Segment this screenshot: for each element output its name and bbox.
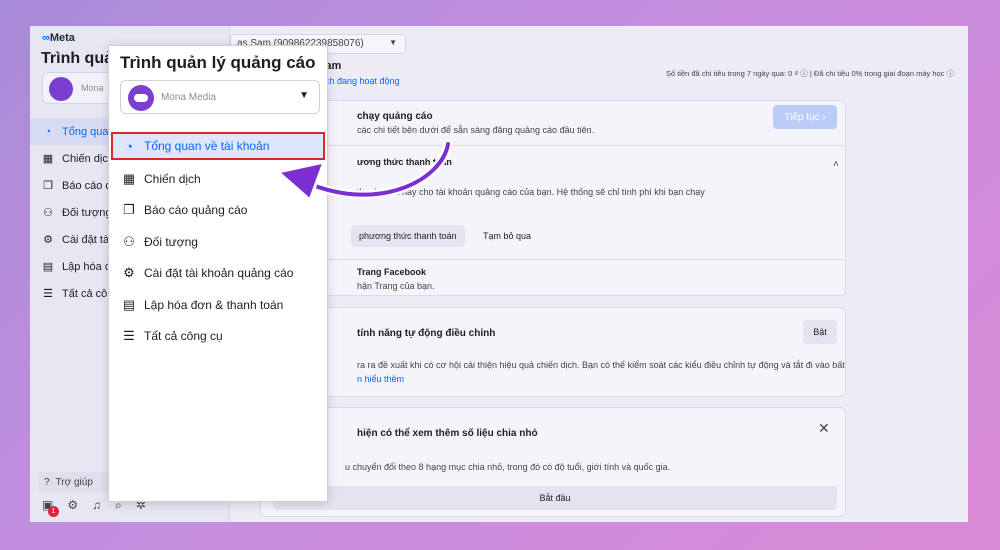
sidebar-title: Trình quả — [41, 50, 113, 67]
notification-badge: 1 — [48, 506, 59, 517]
table-icon: ▦ — [42, 153, 54, 165]
chevron-right-icon: › — [822, 111, 826, 123]
start-button[interactable]: Bắt đầu — [273, 486, 837, 510]
people-icon: ⚇ — [123, 233, 135, 249]
avatar — [49, 77, 73, 101]
breakdown-title: hiện có thể xem thêm số liệu chia nhỏ — [357, 428, 538, 439]
skip-button[interactable]: Tạm bỏ qua — [475, 225, 539, 247]
enable-button[interactable]: Bật — [803, 320, 837, 344]
gauge-icon: ◔ — [125, 138, 133, 154]
chevron-down-icon: ▼ — [299, 90, 309, 101]
facebook-page-title: Trang Facebook — [357, 267, 427, 277]
bell-icon[interactable]: ♫ — [92, 498, 101, 522]
settings-icon: ⚙ — [123, 265, 135, 281]
popup-account-name: Mona Media — [161, 92, 217, 103]
popup-item-all-tools[interactable]: ☰ Tất cả công cụ — [109, 321, 327, 353]
auto-adjust-desc: ra ra đề xuất khi có cơ hội cải thiện hi… — [357, 360, 845, 370]
meta-logo: ∞Meta — [42, 32, 75, 44]
account-status-link[interactable]: dịch đang hoạt động — [318, 76, 400, 86]
divider — [261, 259, 845, 260]
chevron-up-icon[interactable]: ˄ — [833, 159, 839, 170]
help-icon: ? — [44, 476, 50, 488]
billing-icon: ▤ — [42, 261, 54, 273]
gauge-icon: ◔ — [44, 125, 52, 138]
popup-item-audiences[interactable]: ⚇ Đối tượng — [109, 226, 327, 258]
learn-more-link[interactable]: n hiểu thêm — [357, 374, 404, 384]
popup-item-billing[interactable]: ▤ Lập hóa đơn & thanh toán — [109, 289, 327, 321]
notifications-icon[interactable]: ▣ 1 — [42, 498, 59, 522]
close-icon[interactable]: ✕ — [818, 420, 830, 437]
people-icon: ⚇ — [43, 207, 53, 219]
breakdown-card: hiện có thể xem thêm số liệu chia nhỏ ✕ … — [260, 407, 846, 517]
sidebar-account-name: Mona — [81, 83, 104, 93]
facebook-page-desc: hận Trang của bạn. — [357, 281, 435, 291]
menu-icon: ☰ — [43, 288, 53, 300]
pointer-arrow — [276, 139, 453, 202]
main-content: as Sam (909862239858076) ▼ Sam dịch đang … — [230, 26, 968, 522]
auto-adjust-title: tính năng tự động điều chỉnh — [357, 328, 496, 339]
popup-account-switcher[interactable]: Mona Media ▼ — [120, 80, 320, 114]
add-payment-button[interactable]: phương thức thanh toán — [351, 225, 465, 247]
table-icon: ▦ — [122, 170, 136, 186]
chevron-down-icon: ▼ — [389, 38, 397, 47]
report-icon: ❐ — [43, 180, 53, 192]
settings-icon: ⚙ — [43, 234, 53, 246]
billing-icon: ▤ — [122, 296, 136, 312]
setup-subtitle: các chi tiết bên dưới để sẵn sàng đăng q… — [357, 125, 595, 135]
popup-item-ad-account-settings[interactable]: ⚙ Cài đặt tài khoản quảng cáo — [109, 258, 327, 290]
report-icon: ❐ — [123, 202, 135, 218]
auto-adjust-card: tính năng tự động điều chỉnh Bật ra ra đ… — [260, 307, 846, 397]
setup-title: chạy quảng cáo — [357, 111, 433, 122]
ads-manager-menu-popup: Trình quản lý quảng cáo Mona Media ▼ ◔ Tổ… — [108, 45, 328, 502]
continue-button[interactable]: Tiếp tục › — [773, 105, 837, 129]
gear-icon[interactable]: ⚙ — [67, 498, 78, 522]
breakdown-desc: u chuyển đổi theo 8 hạng mục chia nhỏ, t… — [345, 462, 671, 472]
menu-icon: ☰ — [123, 328, 135, 344]
spend-summary: Số tiền đã chi tiêu trong 7 ngày qua: 0 … — [665, 69, 954, 78]
avatar — [128, 85, 154, 111]
popup-title: Trình quản lý quảng cáo — [120, 53, 316, 72]
